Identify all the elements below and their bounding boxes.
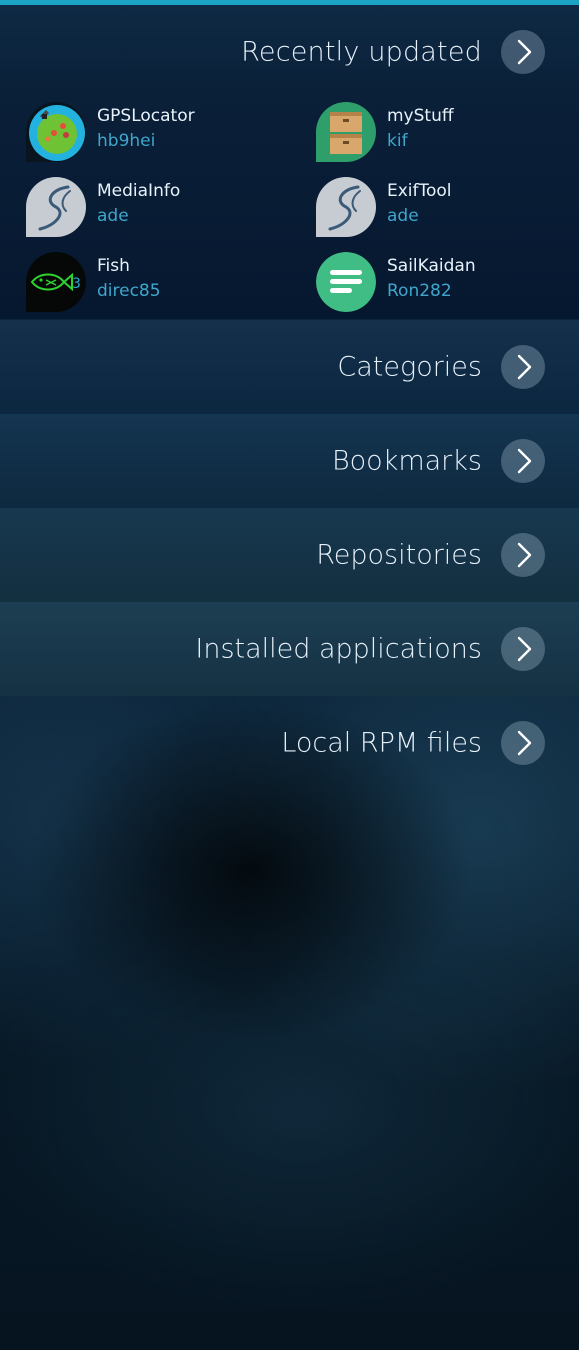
gps-locator-icon (26, 102, 86, 162)
app-author: ade (387, 206, 419, 226)
recent-app-item[interactable]: ExifTool ade (316, 177, 579, 239)
svg-text:3: 3 (72, 276, 81, 292)
app-author: direc85 (97, 281, 161, 301)
nav-label: Installed applications (195, 633, 482, 665)
fish-icon: 3 (26, 252, 86, 312)
app-name: SailKaidan (387, 256, 476, 276)
chevron-right-icon[interactable] (501, 345, 545, 389)
nav-label: Local RPM files (281, 727, 482, 759)
nav-bookmarks[interactable]: Bookmarks (0, 414, 579, 508)
sailfish-logo-icon (316, 177, 376, 237)
nav-installed-applications[interactable]: Installed applications (0, 602, 579, 696)
nav-label: Repositories (316, 539, 482, 571)
chevron-right-icon[interactable] (501, 439, 545, 483)
recent-app-item[interactable]: SailKaidan Ron282 (316, 252, 579, 314)
app-author: Ron282 (387, 281, 452, 301)
app-author: hb9hei (97, 131, 156, 151)
chevron-right-icon[interactable] (501, 627, 545, 671)
mystuff-boxes-icon (316, 102, 376, 162)
chevron-right-icon[interactable] (501, 721, 545, 765)
recent-app-item[interactable]: MediaInfo ade (26, 177, 296, 239)
app-name: GPSLocator (97, 106, 195, 126)
nav-label: Bookmarks (331, 445, 482, 477)
recently-updated-title: Recently updated (241, 36, 482, 68)
chat-lines-icon (316, 252, 376, 312)
recent-app-item[interactable]: 3 Fish direc85 (26, 252, 296, 314)
app-author: kif (387, 131, 408, 151)
nav-local-rpm-files[interactable]: Local RPM files (0, 696, 579, 790)
app-name: MediaInfo (97, 181, 181, 201)
recently-updated-section: Recently updated GPSLocator hb9hei myStu… (0, 5, 579, 319)
recent-app-item[interactable]: GPSLocator hb9hei (26, 102, 296, 164)
chevron-right-icon[interactable] (501, 30, 545, 74)
app-author: ade (97, 206, 129, 226)
nav-categories[interactable]: Categories (0, 320, 579, 414)
app-name: myStuff (387, 106, 454, 126)
chevron-right-icon[interactable] (501, 533, 545, 577)
app-name: ExifTool (387, 181, 452, 201)
app-name: Fish (97, 256, 130, 276)
recent-app-item[interactable]: myStuff kif (316, 102, 579, 164)
sailfish-logo-icon (26, 177, 86, 237)
recently-updated-header[interactable]: Recently updated (0, 5, 579, 99)
nav-label: Categories (337, 351, 482, 383)
nav-repositories[interactable]: Repositories (0, 508, 579, 602)
